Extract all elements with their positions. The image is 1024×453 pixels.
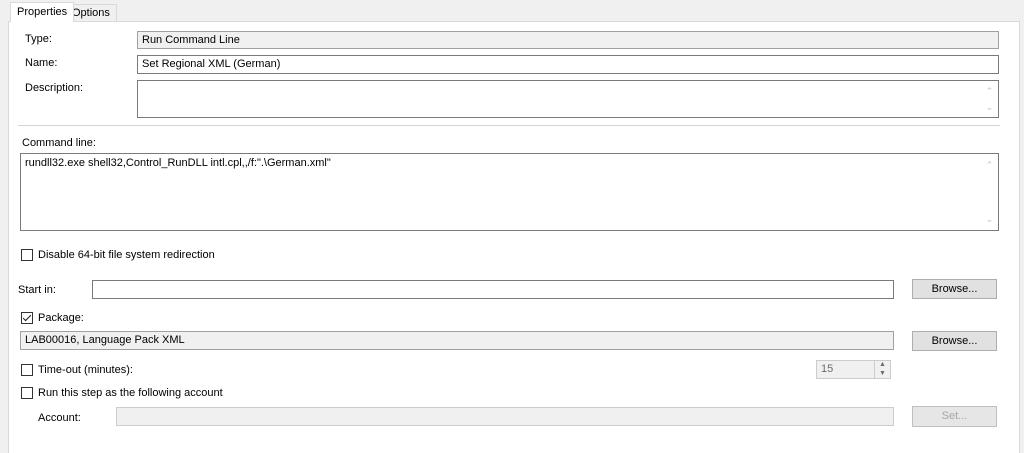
account-set-button: Set... — [912, 406, 997, 427]
command-line-text: rundll32.exe shell32,Control_RunDLL intl… — [25, 157, 331, 169]
command-line-scrollbar[interactable]: ⌃ ⌄ — [981, 154, 998, 230]
start-in-label: Start in: — [18, 284, 56, 296]
package-browse-button[interactable]: Browse... — [912, 331, 997, 351]
account-label: Account: — [38, 412, 81, 424]
description-textarea[interactable]: ⌃ ⌄ — [137, 80, 999, 118]
tab-properties[interactable]: Properties — [10, 2, 75, 22]
account-input — [116, 407, 894, 426]
type-label: Type: — [25, 33, 52, 45]
start-in-browse-button[interactable]: Browse... — [912, 279, 997, 299]
timeout-value: 15 — [821, 363, 834, 375]
start-in-input[interactable] — [92, 280, 894, 299]
name-input[interactable]: Set Regional XML (German) — [137, 55, 999, 74]
run-as-checkbox[interactable] — [21, 387, 33, 399]
package-label[interactable]: Package: — [38, 312, 84, 324]
type-field: Run Command Line — [137, 31, 999, 49]
timeout-checkbox[interactable] — [21, 364, 33, 376]
disable-redirection-checkbox[interactable] — [21, 249, 33, 261]
description-scrollbar[interactable]: ⌃ ⌄ — [981, 81, 998, 117]
command-line-textarea[interactable]: rundll32.exe shell32,Control_RunDLL intl… — [20, 153, 999, 231]
chevron-up-icon[interactable]: ⌃ — [981, 157, 998, 173]
name-label: Name: — [25, 57, 58, 69]
package-field: LAB00016, Language Pack XML — [20, 331, 894, 350]
timeout-label[interactable]: Time-out (minutes): — [38, 364, 133, 376]
spinner-buttons: ▲ ▼ — [874, 361, 890, 378]
spin-up-icon: ▲ — [879, 361, 886, 368]
timeout-spinner: 15 ▲ ▼ — [816, 360, 891, 379]
spin-down-icon: ▼ — [879, 369, 886, 377]
section-divider — [18, 125, 1000, 126]
chevron-up-icon[interactable]: ⌃ — [981, 83, 998, 99]
chevron-down-icon[interactable]: ⌄ — [981, 211, 998, 227]
package-checkbox[interactable] — [21, 312, 33, 324]
run-as-label[interactable]: Run this step as the following account — [38, 387, 223, 399]
description-label: Description: — [25, 82, 84, 94]
command-line-label: Command line: — [22, 137, 96, 149]
disable-redirection-label[interactable]: Disable 64-bit file system redirection — [38, 249, 215, 261]
chevron-down-icon[interactable]: ⌄ — [981, 99, 998, 115]
